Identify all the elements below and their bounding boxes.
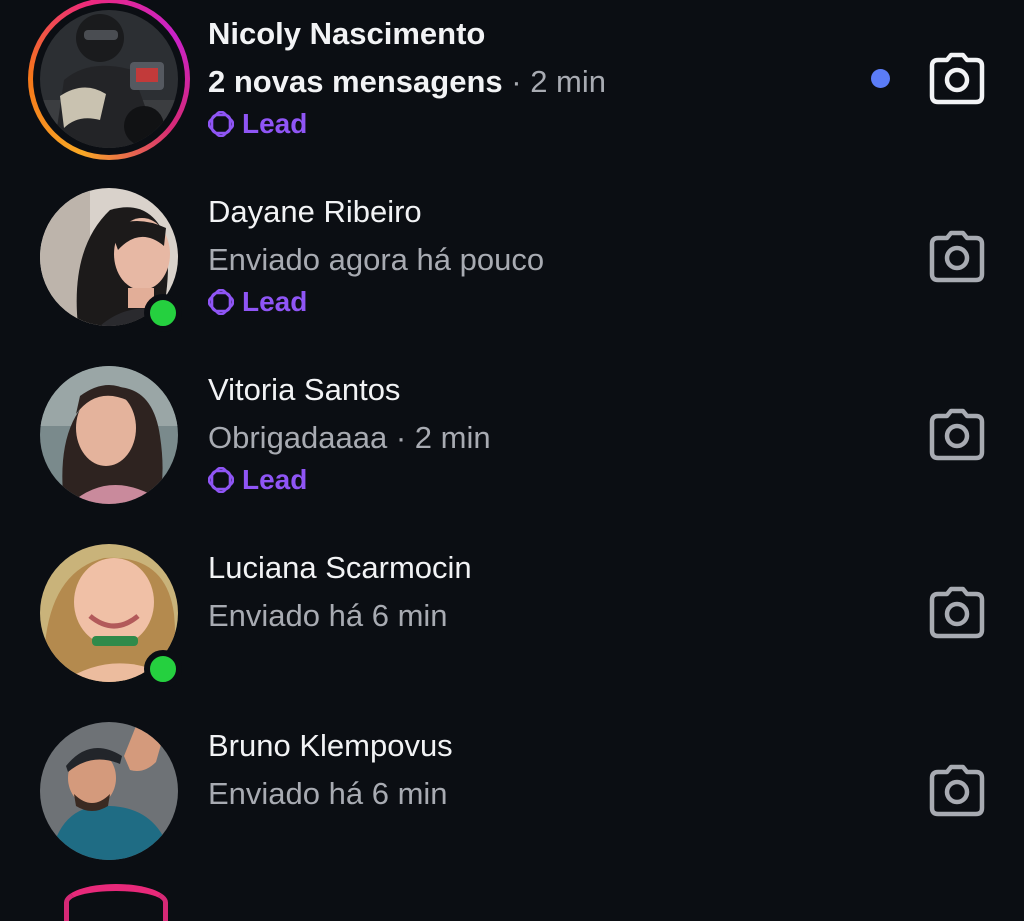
camera-icon xyxy=(929,764,985,817)
thread-text: Dayane Ribeiro Enviado agora há pouco Le… xyxy=(208,192,544,320)
camera-button[interactable] xyxy=(928,228,986,286)
camera-icon xyxy=(929,408,985,461)
lead-label-text: Lead xyxy=(242,108,308,139)
contact-name: Dayane Ribeiro xyxy=(208,194,422,229)
avatar-wrap[interactable] xyxy=(40,722,178,860)
avatar-with-story[interactable] xyxy=(28,0,190,160)
avatar xyxy=(40,10,178,148)
lead-label: Lead xyxy=(208,284,544,320)
avatar xyxy=(40,722,178,860)
message-preview: Enviado há 6 min xyxy=(208,598,448,633)
contact-name: Luciana Scarmocin xyxy=(208,550,472,585)
contact-name: Bruno Klempovus xyxy=(208,728,453,763)
camera-icon xyxy=(929,230,985,283)
thread-text: Luciana Scarmocin Enviado há 6 min xyxy=(208,548,472,636)
thread-row-dayane-ribeiro[interactable]: Dayane Ribeiro Enviado agora há pouco Le… xyxy=(0,178,1024,356)
avatar-image xyxy=(40,722,178,860)
message-preview: 2 novas mensagens · 2 min xyxy=(208,62,606,102)
camera-button[interactable] xyxy=(928,762,986,820)
contact-name: Nicoly Nascimento xyxy=(208,16,486,51)
new-messages-count: 2 novas mensagens xyxy=(208,64,503,99)
thread-row-vitoria-santos[interactable]: Vitoria Santos Obrigadaaaa · 2 min Lead xyxy=(0,356,1024,534)
inbox-thread-list: Nicoly Nascimento 2 novas mensagens · 2 … xyxy=(0,0,1024,921)
avatar-with-presence[interactable] xyxy=(40,544,182,688)
next-thread-story-ring xyxy=(64,884,168,921)
lead-icon xyxy=(208,467,234,493)
message-time: · 2 min xyxy=(502,64,606,99)
contact-name: Vitoria Santos xyxy=(208,372,401,407)
lead-label: Lead xyxy=(208,462,491,498)
lead-icon xyxy=(208,289,234,315)
thread-text: Nicoly Nascimento 2 novas mensagens · 2 … xyxy=(208,14,606,142)
thread-text: Bruno Klempovus Enviado há 6 min xyxy=(208,726,453,814)
avatar-wrap[interactable] xyxy=(40,366,178,504)
lead-label: Lead xyxy=(208,106,606,142)
camera-icon xyxy=(929,586,985,639)
lead-label-text: Lead xyxy=(242,464,308,495)
message-preview: Enviado agora há pouco xyxy=(208,242,545,277)
avatar xyxy=(40,366,178,504)
lead-icon xyxy=(208,111,234,137)
unread-indicator xyxy=(871,69,890,88)
avatar-with-presence[interactable] xyxy=(40,188,182,332)
thread-text: Vitoria Santos Obrigadaaaa · 2 min Lead xyxy=(208,370,491,498)
avatar-image xyxy=(40,366,178,504)
online-status-dot xyxy=(144,294,182,332)
camera-button[interactable] xyxy=(928,406,986,464)
camera-button[interactable] xyxy=(928,584,986,642)
thread-row-luciana-scarmocin[interactable]: Luciana Scarmocin Enviado há 6 min xyxy=(0,534,1024,712)
camera-icon xyxy=(929,52,985,105)
camera-button[interactable] xyxy=(928,50,986,108)
message-preview: Enviado há 6 min xyxy=(208,776,448,811)
lead-label-text: Lead xyxy=(242,286,308,317)
message-preview: Obrigadaaaa · 2 min xyxy=(208,420,491,455)
thread-row-bruno-klempovus[interactable]: Bruno Klempovus Enviado há 6 min xyxy=(0,712,1024,890)
thread-row-nicoly-nascimento[interactable]: Nicoly Nascimento 2 novas mensagens · 2 … xyxy=(0,0,1024,178)
online-status-dot xyxy=(144,650,182,688)
avatar-image xyxy=(40,10,178,148)
